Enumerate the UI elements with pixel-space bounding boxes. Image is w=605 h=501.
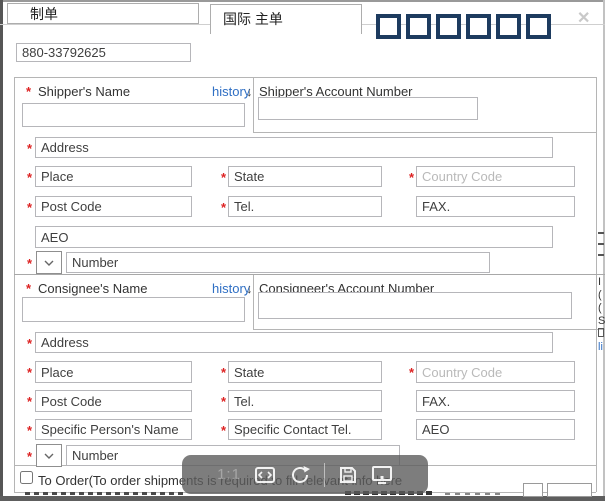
required-marker: * [27,423,32,438]
placeholder-icon[interactable] [436,14,461,39]
panel-border [14,77,15,492]
consignee-fax-input[interactable] [416,390,575,412]
shipper-country-code-input[interactable] [416,166,575,187]
shipper-postcode-input[interactable] [35,196,192,217]
consignee-specific-tel-input[interactable] [228,419,382,440]
consignee-number-type-select[interactable] [36,444,62,467]
shipper-number-input[interactable] [66,252,490,273]
placeholder-icon[interactable] [376,14,401,39]
required-marker: * [27,256,32,271]
edge-fragment [598,328,604,337]
required-marker: * [221,394,226,409]
required-marker: * [27,200,32,215]
tab-zhidan[interactable]: 制单 [7,3,199,24]
consignee-place-input[interactable] [35,361,192,383]
tab-zhidan-label: 制单 [30,6,58,22]
shipper-history-link[interactable]: history [212,84,250,99]
panel-border [14,77,596,78]
edge-fragment: I [598,276,605,288]
required-marker: * [26,281,31,296]
shipper-address-input[interactable] [35,137,553,158]
fullscreen-icon[interactable] [371,465,393,485]
edge-fragment [598,243,604,245]
edge-fragment: S [598,315,605,327]
image-viewer-toolbar: 1:1 [182,455,428,494]
required-marker: * [27,336,32,351]
required-marker: * [27,365,32,380]
section-divider [14,274,605,275]
edge-fragment: ( [598,302,605,314]
required-marker: * [221,200,226,215]
edge-fragment: li [598,341,605,353]
fit-screen-icon[interactable] [254,466,276,484]
window-border-top [0,0,605,2]
tab-international-master-label: 国际 主单 [223,11,283,27]
awb-number-input[interactable] [16,43,191,62]
chevron-down-icon [43,451,55,461]
shipper-account-input[interactable] [258,97,478,120]
consignee-postcode-input[interactable] [35,390,192,412]
placeholder-icon[interactable] [406,14,431,39]
shipper-tel-input[interactable] [228,196,382,217]
consignee-history-link[interactable]: history [212,281,250,296]
window-border-bottom [0,496,605,501]
consignee-specific-person-input[interactable] [35,419,192,440]
shipper-header-bottom [253,132,596,133]
edge-fragment: ( [598,289,605,301]
required-marker: * [221,423,226,438]
tab-international-master[interactable]: 国际 主单 [210,4,362,34]
shipper-name-input[interactable] [22,103,245,127]
zoom-ratio-label: 1:1 [217,466,241,483]
shipper-state-input[interactable] [228,166,382,187]
consignee-tel-input[interactable] [228,390,382,412]
rotate-icon[interactable] [289,464,311,486]
placeholder-icon[interactable] [466,14,491,39]
required-marker: * [409,170,414,185]
toolbar-icon-placeholders [376,14,551,39]
shipper-fax-input[interactable] [416,196,575,217]
consignee-address-input[interactable] [35,332,553,353]
shipper-number-type-select[interactable] [36,251,62,274]
consignee-account-input[interactable] [258,292,572,319]
consignee-header-bottom [253,329,605,330]
consignee-header-divider [253,275,254,330]
edge-fragment [598,254,604,256]
required-marker: * [221,170,226,185]
toolbar-separator [324,463,325,487]
close-icon[interactable]: ✕ [577,8,590,28]
required-marker: * [27,141,32,156]
required-marker: * [27,170,32,185]
panel-border [596,77,597,492]
required-marker: * [26,84,31,99]
history-down-arrow-icon[interactable]: ↓ [246,84,253,99]
window-border-left [0,0,3,501]
consignee-name-input[interactable] [22,297,245,322]
required-marker: * [27,394,32,409]
app-window: 制单 国际 主单 ✕ * Shipper's Name history ↓ Sh… [0,0,605,501]
consignee-aeo-input[interactable] [416,419,575,440]
history-down-arrow-icon[interactable]: ↓ [246,281,253,296]
shipper-header-divider [253,77,254,133]
required-marker: * [221,365,226,380]
edge-fragment [598,232,604,234]
consignee-state-input[interactable] [228,361,382,383]
chevron-down-icon [43,258,55,268]
save-icon[interactable] [338,465,358,485]
shipper-aeo-input[interactable] [35,226,553,248]
placeholder-icon[interactable] [526,14,551,39]
shipper-place-input[interactable] [35,166,192,187]
required-marker: * [27,449,32,464]
required-marker: * [409,365,414,380]
consignee-name-label: Consignee's Name [38,281,147,296]
placeholder-icon[interactable] [496,14,521,39]
to-order-checkbox[interactable] [20,471,33,484]
shipper-name-label: Shipper's Name [38,84,130,99]
consignee-country-code-input[interactable] [416,361,575,383]
